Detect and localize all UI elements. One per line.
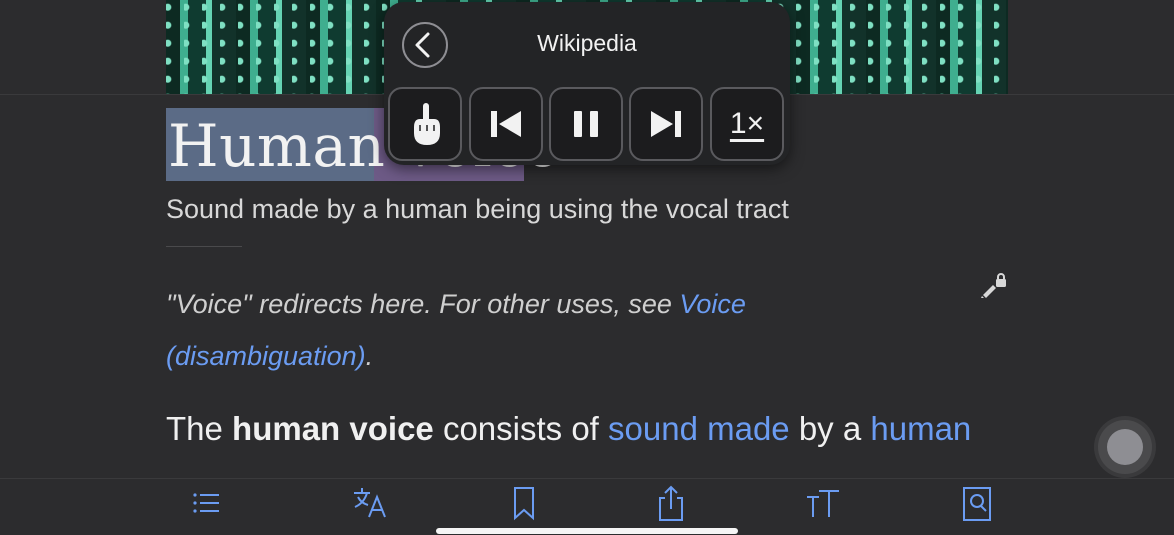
text-size-icon[interactable]	[805, 485, 841, 521]
body-link-human[interactable]: human	[870, 410, 971, 447]
body-text: consists of	[433, 410, 609, 447]
bookmark-icon[interactable]	[506, 485, 542, 521]
body-text: The	[166, 410, 233, 447]
article-subtitle: Sound made by a human being using the vo…	[166, 194, 789, 224]
hatnote: "Voice" redirects here. For other uses, …	[166, 278, 866, 382]
speak-on-touch-button[interactable]	[388, 87, 462, 161]
assistive-touch-button[interactable]	[1098, 420, 1152, 474]
panel-title: Wikipedia	[537, 30, 637, 56]
pause-button[interactable]	[549, 87, 623, 161]
home-indicator	[436, 528, 738, 534]
body-bold-term: human voice	[232, 410, 434, 447]
article-body-first-line: The human voice consists of sound made b…	[166, 410, 971, 448]
next-button[interactable]	[629, 87, 703, 161]
share-icon[interactable]	[653, 485, 689, 521]
bottom-toolbar	[0, 478, 1174, 535]
previous-button[interactable]	[469, 87, 543, 161]
contents-icon[interactable]	[188, 485, 224, 521]
previous-icon	[491, 111, 521, 137]
speed-label: 1×	[729, 107, 765, 140]
body-text: by a	[789, 410, 871, 447]
find-icon[interactable]	[959, 485, 995, 521]
locked-edit-icon[interactable]	[980, 272, 1008, 298]
next-icon	[651, 111, 681, 137]
speech-controller-panel: Wikipedia 1×	[384, 2, 790, 165]
assistive-touch-inner	[1107, 429, 1143, 465]
touch-icon	[414, 103, 440, 145]
divider	[166, 246, 242, 247]
hatnote-suffix: .	[365, 341, 374, 371]
speed-button[interactable]: 1×	[710, 87, 784, 161]
body-link-sound[interactable]: sound made	[608, 410, 790, 447]
hatnote-text: "Voice" redirects here. For other uses, …	[166, 289, 680, 319]
translate-icon[interactable]	[352, 485, 388, 521]
pause-icon	[574, 111, 598, 137]
